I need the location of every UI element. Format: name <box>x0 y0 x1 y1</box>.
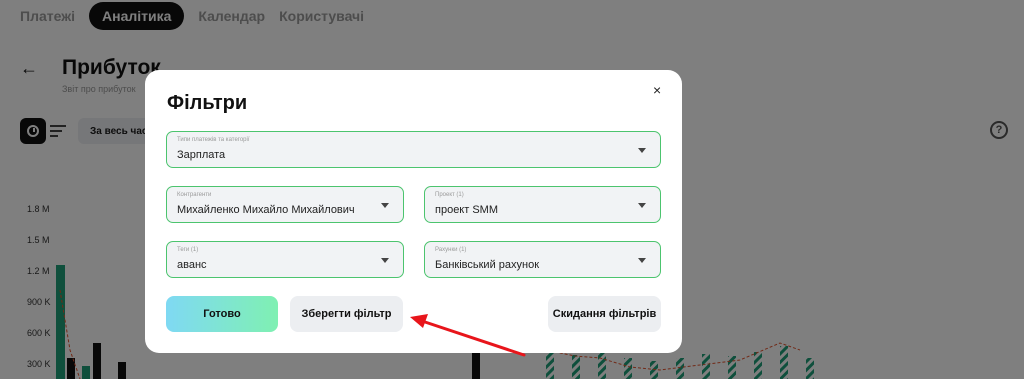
field-value: аванс <box>177 259 207 271</box>
field-value: Зарплата <box>177 149 226 161</box>
save-filter-button[interactable]: Зберегти фільтр <box>290 296 403 332</box>
counterparties-select[interactable]: Контрагенти Михайленко Михайло Михайлови… <box>166 186 404 223</box>
chevron-down-icon <box>638 258 646 263</box>
payment-types-select[interactable]: Типи платежів та категорії Зарплата <box>166 131 661 168</box>
field-value: проект SMM <box>435 204 499 216</box>
close-icon[interactable]: × <box>653 82 661 98</box>
field-label: Рахунки (1) <box>435 247 467 253</box>
chevron-down-icon <box>381 203 389 208</box>
field-value: Банківський рахунок <box>435 259 540 271</box>
done-button[interactable]: Готово <box>166 296 278 332</box>
chevron-down-icon <box>638 203 646 208</box>
field-value: Михайленко Михайло Михайлович <box>177 204 355 216</box>
project-select[interactable]: Проект (1) проект SMM <box>424 186 661 223</box>
reset-filters-button[interactable]: Скидання фільтрів <box>548 296 661 332</box>
chevron-down-icon <box>638 148 646 153</box>
chevron-down-icon <box>381 258 389 263</box>
field-label: Типи платежів та категорії <box>177 137 250 143</box>
field-label: Теги (1) <box>177 247 199 253</box>
tags-select[interactable]: Теги (1) аванс <box>166 241 404 278</box>
accounts-select[interactable]: Рахунки (1) Банківський рахунок <box>424 241 661 278</box>
field-label: Проект (1) <box>435 192 464 198</box>
filters-modal: Фільтри × Типи платежів та категорії Зар… <box>145 70 682 353</box>
modal-title: Фільтри <box>167 92 248 114</box>
field-label: Контрагенти <box>177 192 212 198</box>
